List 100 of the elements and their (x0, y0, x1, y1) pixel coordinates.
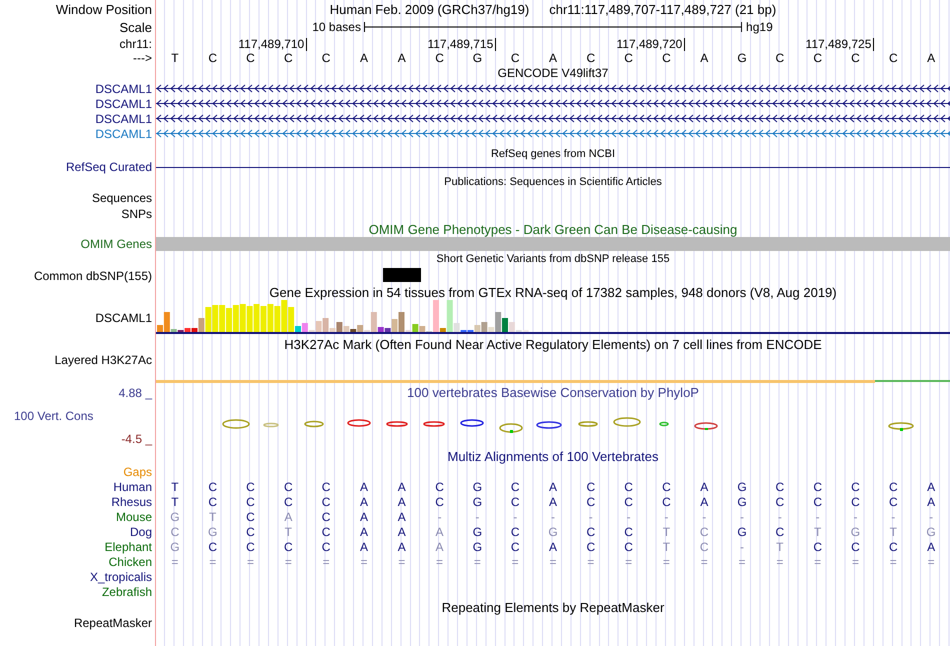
track-label[interactable]: RepeatMasker (74, 616, 152, 630)
alignment-base: C (851, 494, 860, 508)
alignment-base: - (588, 510, 593, 524)
alignment-base: = (398, 554, 406, 568)
base-letter: G (737, 51, 747, 65)
track-label[interactable]: DSCAML1 (95, 126, 152, 140)
alignment-base: T (209, 510, 216, 524)
alignment-base: = (814, 554, 822, 568)
track-label[interactable]: X_tropicalis (90, 570, 152, 584)
alignment-base: = (209, 554, 216, 568)
alignment-base: A (360, 540, 368, 554)
track-label[interactable]: DSCAML1 (95, 310, 152, 324)
track-label[interactable]: OMIM Genes (80, 237, 152, 251)
assembly-name: Human Feb. 2009 (GRCh37/hg19) (330, 2, 530, 16)
track-label[interactable]: 100 Vert. Cons (0, 409, 94, 423)
alignment-base: C (510, 494, 520, 508)
alignment-base: C (888, 494, 898, 508)
track-title: RefSeq genes from NCBI (490, 148, 616, 160)
alignment-base: C (435, 480, 444, 494)
base-letter: C (662, 51, 671, 65)
alignment-base: - (778, 510, 782, 524)
track-label[interactable]: Mouse (116, 510, 152, 524)
alignment-base: G (472, 494, 482, 508)
track-title: H3K27Ac Mark (Often Found Near Active Regulatory Elements) on 7 cell lines from ENCODE (284, 336, 822, 352)
track-label[interactable]: Sequences (92, 191, 152, 205)
alignment-base: C (284, 494, 293, 508)
track-title: 100 vertebrates Basewise Conservation by PhyloP (407, 385, 699, 400)
alignment-base: C (662, 480, 671, 494)
alignment-base: C (851, 480, 860, 494)
track-label[interactable]: DSCAML1 (95, 112, 152, 126)
alignment-base: C (813, 494, 822, 508)
position-text[interactable]: chr11:117,489,707-117,489,727 (21 bp) (549, 2, 776, 16)
alignment-base: C (776, 494, 784, 508)
alignment-base: = (171, 554, 178, 568)
base-letter: A (360, 51, 368, 65)
track-label[interactable]: Chicken (108, 554, 152, 568)
position-tick: 117,489,710 (238, 38, 308, 50)
alignment-base: G (170, 540, 180, 554)
alignment-base: - (513, 510, 518, 524)
alignment-base: T (171, 480, 179, 494)
alignment-base: A (927, 494, 936, 508)
alignment-base: A (360, 480, 368, 494)
track-label[interactable]: Elephant (104, 540, 152, 554)
alignment-base: A (927, 480, 936, 494)
alignment-base: C (586, 480, 596, 494)
alignment-base: = (512, 554, 519, 568)
track-label[interactable]: ---> (133, 51, 152, 65)
alignment-base: G (548, 524, 558, 538)
alignment-base: A (360, 510, 368, 524)
alignment-base: - (740, 540, 744, 554)
alignment-base: G (472, 540, 482, 554)
track-label[interactable]: SNPs (121, 207, 152, 221)
position-tick: 117,489,725 (806, 38, 874, 50)
base-letter: A (398, 51, 406, 65)
base-letter: C (776, 51, 784, 65)
alignment-base: C (246, 480, 255, 494)
base-letter: C (435, 51, 444, 65)
track-label[interactable]: RefSeq Curated (66, 160, 152, 174)
track-label[interactable]: -4.5 _ (121, 432, 152, 446)
alignment-base: T (662, 524, 670, 538)
track-label[interactable]: DSCAML1 (95, 82, 152, 96)
alignment-base: A (398, 494, 406, 508)
track-label[interactable]: DSCAML1 (95, 96, 152, 110)
track-label[interactable]: Common dbSNP(155) (34, 268, 152, 282)
alignment-base: = (322, 554, 330, 568)
alignment-base: T (171, 494, 179, 508)
base-letter: C (510, 51, 520, 65)
track-label[interactable]: Scale (119, 20, 152, 34)
alignment-base: = (436, 554, 444, 568)
alignment-base: = (776, 554, 784, 568)
base-letter: G (472, 51, 482, 65)
base-letter: C (851, 51, 860, 65)
base-letter: A (927, 51, 936, 65)
track-label[interactable]: Rhesus (111, 494, 152, 508)
alignment-base: C (662, 494, 671, 508)
track-title: OMIM Gene Phenotypes - Dark Green Can Be Disease-causing (368, 222, 738, 237)
gene-line[interactable] (156, 166, 950, 168)
alignment-base: G (737, 524, 747, 538)
alignment-base: C (586, 494, 596, 508)
alignment-base: G (170, 510, 180, 524)
track-title: Multiz Alignments of 100 Vertebrates (447, 448, 658, 464)
base-letter: C (208, 51, 218, 65)
alignment-base: C (322, 524, 330, 538)
alignment-base: - (550, 510, 555, 524)
track-label[interactable]: Dog (130, 524, 152, 538)
track-label[interactable]: chr11: (120, 36, 152, 50)
alignment-base: C (284, 540, 293, 554)
alignment-base: C (322, 540, 330, 554)
alignment-base: C (624, 494, 633, 508)
track-label[interactable]: Layered H3K27Ac (54, 353, 152, 367)
track-label[interactable]: Zebrafish (102, 584, 152, 598)
alignment-base: = (928, 554, 935, 568)
alignment-base: A (700, 494, 708, 508)
track-label[interactable]: 4.88 _ (118, 386, 152, 400)
alignment-base: - (702, 510, 706, 524)
track-label[interactable]: Window Position (56, 2, 152, 16)
alignment-base: A (360, 494, 368, 508)
track-label[interactable]: Human (113, 480, 152, 494)
alignment-base: A (360, 524, 368, 538)
base-letter: C (624, 51, 633, 65)
